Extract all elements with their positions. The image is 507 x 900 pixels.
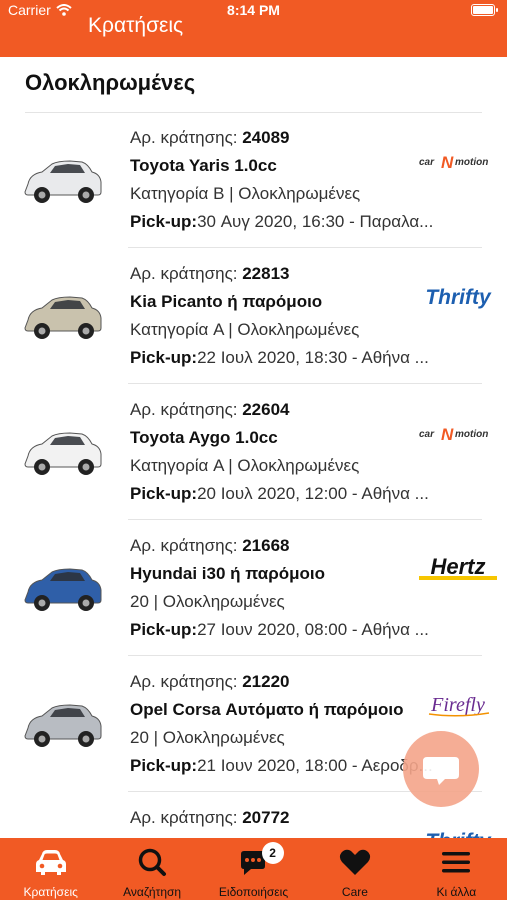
svg-text:motion: motion [455,429,488,440]
booking-details: Κατηγορία A | Ολοκληρωμένες [130,320,360,339]
pickup-info: Pick-up:30 Αυγ 2020, 16:30 - Παραλα... [130,212,482,232]
booking-number: Αρ. κράτησης: 21220 [130,672,290,692]
firefly-logo: Firefly [428,694,490,717]
hertz-logo: Hertz [419,556,497,580]
booking-number-label: Αρ. κράτησης: [130,672,243,691]
tab-label: Ειδοποιήσεις [218,885,289,899]
page-title: Κρατήσεις [88,14,184,37]
svg-text:N: N [441,425,454,444]
car-model: Kia Picanto ή παρόμοιο [130,292,323,311]
booking-number: Αρ. κράτησης: 24089 [130,128,290,148]
pickup-value: 30 Αυγ 2020, 16:30 - Παραλα... [197,212,434,231]
booking-number-label: Αρ. κράτησης: [130,400,243,419]
booking-number: Αρ. κράτησης: 22813 [130,264,290,284]
booking-details: 20 | Ολοκληρωμένες [130,728,285,747]
carnmotion-logo: car Nmotion [419,425,488,444]
car-model: Hyundai i30 ή παρόμοιο [130,564,326,583]
svg-text:Thrifty: Thrifty [425,286,492,309]
tab-bookings[interactable]: Κρατήσεις [0,838,101,900]
booking-number-value: 24089 [242,128,290,147]
booking-details: Κατηγορία B | Ολοκληρωμένες [130,184,361,203]
tab-bar: Κρατήσεις Αναζήτηση 2 Ειδοποιήσεις Care … [0,838,507,900]
booking-list-item[interactable]: Αρ. κράτησης: 22604 Toyota Aygo 1.0cc Κα… [0,384,507,520]
tab-label: Care [341,885,368,899]
booking-number-label: Αρ. κράτησης: [130,264,243,283]
booking-details: Κατηγορία A | Ολοκληρωμένες [130,456,360,475]
tab-label: Κρατήσεις [23,885,78,899]
car-icon [35,850,66,875]
svg-text:N: N [441,153,454,172]
booking-number: Αρ. κράτησης: 22604 [130,400,290,420]
booking-number: Αρ. κράτησης: 21668 [130,536,290,556]
pickup-info: Pick-up:22 Ιουλ 2020, 18:30 - Αθήνα ... [130,348,482,368]
chat-fab-button[interactable] [403,731,479,807]
tab-more[interactable]: Κι άλλα [406,838,507,900]
car-image [24,432,102,475]
tab-label: Αναζήτηση [123,885,182,899]
car-image [24,296,102,339]
carnmotion-logo: car Nmotion [419,153,488,172]
section-title: Ολοκληρωμένες [25,70,196,95]
pickup-value: 27 Ιουν 2020, 08:00 - Αθήνα ... [197,620,429,639]
pickup-label: Pick-up: [130,484,198,503]
status-bar: Carrier 8:14 PM [0,0,507,20]
app-header: Carrier 8:14 PM Κρατήσεις [0,0,507,57]
pickup-value: 22 Ιουλ 2020, 18:30 - Αθήνα ... [197,348,429,367]
menu-icon [442,852,471,873]
car-image [24,704,102,747]
search-icon [138,848,167,876]
chat-bubble-icon [423,757,459,785]
booking-number-label: Αρ. κράτησης: [130,128,243,147]
car-image [24,568,102,611]
booking-number-value: 21668 [242,536,290,555]
tab-search[interactable]: Αναζήτηση [101,838,202,900]
booking-number-label: Αρ. κράτησης: [130,536,243,555]
thrifty-logo: Thrifty [425,286,492,309]
pickup-info: Pick-up:27 Ιουν 2020, 08:00 - Αθήνα ... [130,620,482,640]
tab-care[interactable]: Care [304,838,405,900]
notification-badge: 2 [261,842,284,864]
car-image [24,160,102,203]
pickup-value: 21 Ιουν 2020, 18:00 - Αεροδρ... [197,756,433,775]
booking-number: Αρ. κράτησης: 20772 [130,808,290,828]
battery-icon [471,4,498,16]
pickup-value: 20 Ιουλ 2020, 12:00 - Αθήνα ... [197,484,429,503]
pickup-info: Pick-up:20 Ιουλ 2020, 12:00 - Αθήνα ... [130,484,482,504]
tab-label: Κι άλλα [436,885,477,899]
booking-list-item[interactable]: Αρ. κράτησης: 24089 Toyota Yaris 1.0cc Κ… [0,112,507,248]
tab-notifications[interactable]: 2 Ειδοποιήσεις [203,838,304,900]
pickup-label: Pick-up: [130,348,198,367]
booking-number-value: 22813 [242,264,290,283]
car-model: Toyota Aygo 1.0cc [130,428,278,447]
svg-text:car: car [419,429,435,440]
svg-text:car: car [419,157,435,168]
clock: 8:14 PM [227,2,280,18]
pickup-label: Pick-up: [130,620,198,639]
svg-text:Hertz: Hertz [430,556,485,579]
booking-list-item[interactable]: Αρ. κράτησης: 22813 Kia Picanto ή παρόμο… [0,248,507,384]
booking-number-value: 20772 [242,808,290,827]
pickup-label: Pick-up: [130,756,198,775]
pickup-label: Pick-up: [130,212,198,231]
booking-number-value: 21220 [242,672,290,691]
booking-details: 20 | Ολοκληρωμένες [130,592,285,611]
booking-number-label: Αρ. κράτησης: [130,808,243,827]
booking-number-value: 22604 [242,400,290,419]
svg-text:Firefly: Firefly [430,694,485,716]
svg-text:motion: motion [455,157,488,168]
booking-list-item[interactable]: Αρ. κράτησης: 21668 Hyundai i30 ή παρόμο… [0,520,507,656]
heart-icon [339,849,371,875]
car-model: Opel Corsa Αυτόματο ή παρόμοιο [130,700,404,719]
car-model: Toyota Yaris 1.0cc [130,156,277,175]
